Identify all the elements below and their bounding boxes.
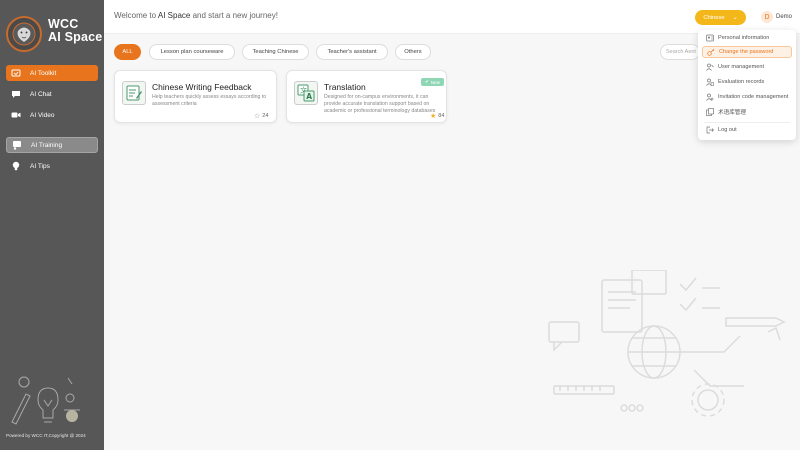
records-icon (706, 78, 714, 86)
sidebar: WCC AI Space AI Toolkit AI Chat AI Video… (0, 0, 104, 450)
copyright-text: Powered by WCC IT,Copyright @ 2024 (6, 433, 86, 438)
menu-item-log-out[interactable]: Log out (702, 124, 792, 136)
menu-item-glossary-management[interactable]: 术语库管理 (702, 106, 792, 118)
sidebar-item-ai-chat[interactable]: AI Chat (6, 86, 98, 102)
menu-item-label: Evaluation records (718, 79, 765, 85)
welcome-highlight: AI Space (157, 11, 191, 20)
menu-item-personal-information[interactable]: Personal information (702, 32, 792, 44)
brand-logo[interactable]: WCC AI Space (6, 14, 102, 54)
avatar: D (761, 11, 773, 23)
user-card-icon (706, 34, 714, 42)
lightbulb-icon (11, 161, 21, 171)
menu-item-label: Log out (718, 127, 737, 133)
glossary-icon (706, 108, 714, 116)
menu-item-label: User management (718, 64, 765, 70)
sidebar-illustration (4, 370, 86, 433)
background-illustration (544, 269, 794, 425)
menu-item-label: Invitation code management (718, 94, 789, 100)
logout-icon (706, 126, 714, 134)
check-icon: ✔ (425, 79, 429, 84)
training-icon (12, 140, 22, 150)
brand-name: WCC AI Space (48, 18, 102, 44)
search-input[interactable]: Search Aent (660, 44, 700, 60)
new-badge: ✔ New (421, 78, 445, 86)
svg-text:A: A (306, 92, 312, 101)
menu-item-user-management[interactable]: User management (702, 61, 792, 73)
user-name: Demo (776, 14, 793, 20)
menu-item-evaluation-records[interactable]: Evaluation records (702, 76, 792, 88)
user-dropdown-menu: Personal information Change the password… (698, 30, 796, 140)
menu-divider (704, 122, 790, 123)
main-area: Welcome to AI Space and start a new jour… (104, 0, 800, 450)
filter-chip-lesson-plan[interactable]: Lesson plan courseware (149, 44, 235, 60)
chat-icon (11, 89, 21, 99)
sidebar-item-label: AI Toolkit (30, 69, 57, 77)
sidebar-item-ai-tips[interactable]: AI Tips (6, 158, 98, 174)
menu-item-invitation-codes[interactable]: Invitation code management (702, 91, 792, 103)
card-description: Designed for on-campus environments, it … (324, 94, 436, 114)
favorite-count: 84 (438, 113, 445, 119)
sidebar-item-ai-toolkit[interactable]: AI Toolkit (6, 65, 98, 81)
sidebar-item-label: AI Training (31, 141, 63, 149)
favorite-toggle[interactable]: ★ 84 (430, 112, 444, 120)
language-label: Chinese (703, 14, 725, 21)
key-icon (707, 48, 715, 56)
star-filled-icon: ★ (430, 113, 437, 120)
card-title: Chinese Writing Feedback (152, 82, 252, 92)
welcome-suffix: and start a new journey! (192, 11, 278, 20)
menu-item-change-password[interactable]: Change the password (702, 46, 792, 58)
translation-icon: 文 A (294, 81, 318, 105)
filter-chip-others[interactable]: Others (395, 44, 431, 60)
sidebar-item-label: AI Tips (30, 162, 50, 170)
video-icon (11, 110, 21, 120)
brand-line-2: AI Space (48, 30, 103, 44)
sidebar-item-label: AI Video (30, 111, 55, 119)
top-bar: Welcome to AI Space and start a new jour… (104, 0, 800, 34)
writing-feedback-icon (122, 81, 146, 105)
star-outline-icon: ☆ (254, 113, 261, 120)
users-icon (706, 63, 714, 71)
language-selector[interactable]: Chinese ⌄ (695, 10, 746, 25)
new-badge-label: New (430, 79, 441, 85)
favorite-count: 24 (262, 113, 269, 119)
filter-chip-teachers-assistant[interactable]: Teacher's assistant (316, 44, 388, 60)
tool-card-translation[interactable]: 文 A Translation ✔ New Designed for on-ca… (286, 70, 447, 123)
menu-item-label: Change the password (719, 49, 774, 55)
menu-item-label: 术语库管理 (718, 110, 746, 116)
menu-item-label: Personal information (718, 35, 770, 41)
tool-card-writing-feedback[interactable]: Chinese Writing Feedback Help teachers q… (114, 70, 277, 123)
welcome-prefix: Welcome to (114, 11, 157, 20)
user-menu-trigger[interactable]: D Demo (761, 11, 792, 23)
favorite-toggle[interactable]: ☆ 24 (254, 112, 268, 120)
welcome-message: Welcome to AI Space and start a new jour… (114, 11, 278, 20)
sidebar-item-label: AI Chat (30, 90, 52, 98)
filter-chip-teaching-chinese[interactable]: Teaching Chinese (242, 44, 309, 60)
sidebar-item-ai-video[interactable]: AI Video (6, 107, 98, 123)
toolkit-icon (11, 68, 21, 78)
invite-icon (706, 93, 714, 101)
filter-chip-all[interactable]: ALL (114, 44, 141, 60)
card-description: Help teachers quickly assess essays acco… (152, 94, 267, 107)
lion-logo-icon (6, 16, 42, 52)
sidebar-item-ai-training[interactable]: AI Training (6, 137, 98, 153)
chevron-down-icon: ⌄ (732, 15, 738, 21)
card-title: Translation (324, 82, 366, 92)
